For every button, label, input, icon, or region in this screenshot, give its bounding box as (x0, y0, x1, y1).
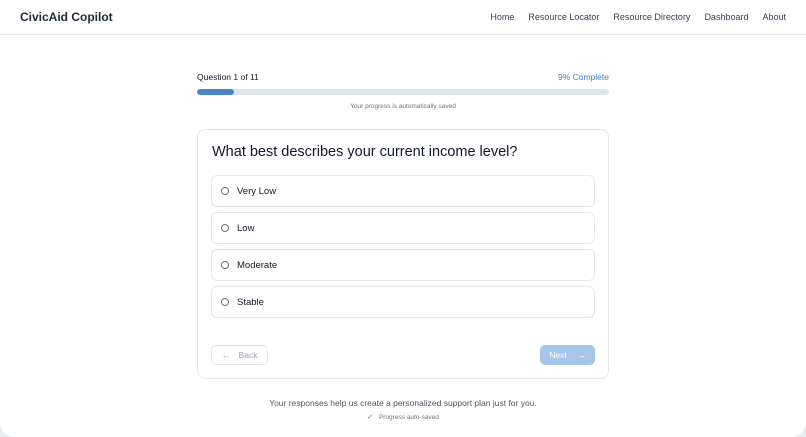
autosave-note: Your progress is automatically saved (350, 103, 456, 110)
question-card: What best describes your current income … (197, 129, 609, 379)
radio-icon[interactable] (221, 224, 229, 232)
autosave-status: ✓ Progress auto-saved (0, 413, 806, 421)
radio-icon[interactable] (221, 261, 229, 269)
nav-resource-directory[interactable]: Resource Directory (613, 12, 690, 22)
nav-links: Home Resource Locator Resource Directory… (490, 12, 786, 22)
option-very-low[interactable]: Very Low (211, 175, 595, 207)
radio-icon[interactable] (221, 187, 229, 195)
question-title: What best describes your current income … (212, 144, 518, 160)
progress-bar (197, 89, 609, 95)
arrow-right-icon: → (576, 350, 586, 360)
back-button[interactable]: ← Back (211, 345, 268, 365)
option-label: Very Low (237, 185, 277, 197)
progress-section: Question 1 of 11 9% Complete Your progre… (197, 68, 609, 110)
support-plan-note: Your responses help us create a personal… (269, 398, 537, 408)
option-label: Low (237, 222, 255, 234)
progress-bar-fill (197, 89, 235, 95)
app-window: CivicAid Copilot Home Resource Locator R… (0, 0, 806, 437)
nav-about[interactable]: About (762, 12, 786, 22)
nav-resource-locator[interactable]: Resource Locator (528, 12, 599, 22)
option-low[interactable]: Low (211, 212, 595, 244)
option-stable[interactable]: Stable (211, 286, 595, 318)
back-label: Back (238, 350, 258, 360)
arrow-left-icon: ← (221, 350, 231, 360)
progress-header: Question 1 of 11 9% Complete (197, 68, 609, 86)
app-brand[interactable]: CivicAid Copilot (20, 10, 113, 24)
question-counter: Question 1 of 11 (197, 72, 259, 82)
card-actions: ← Back Next → (211, 345, 595, 365)
options-list: Very Low Low Moderate Stable (211, 175, 595, 323)
next-button[interactable]: Next → (540, 345, 595, 365)
radio-icon[interactable] (221, 298, 229, 306)
nav-home[interactable]: Home (490, 12, 514, 22)
autosave-label: Progress auto-saved (378, 414, 439, 421)
top-navbar: CivicAid Copilot Home Resource Locator R… (0, 0, 806, 35)
option-moderate[interactable]: Moderate (211, 249, 595, 281)
option-label: Stable (237, 296, 264, 308)
nav-dashboard[interactable]: Dashboard (704, 12, 748, 22)
next-label: Next (549, 350, 567, 360)
check-icon: ✓ (367, 414, 373, 421)
percent-complete: 9% Complete (557, 72, 609, 82)
option-label: Moderate (237, 259, 278, 271)
